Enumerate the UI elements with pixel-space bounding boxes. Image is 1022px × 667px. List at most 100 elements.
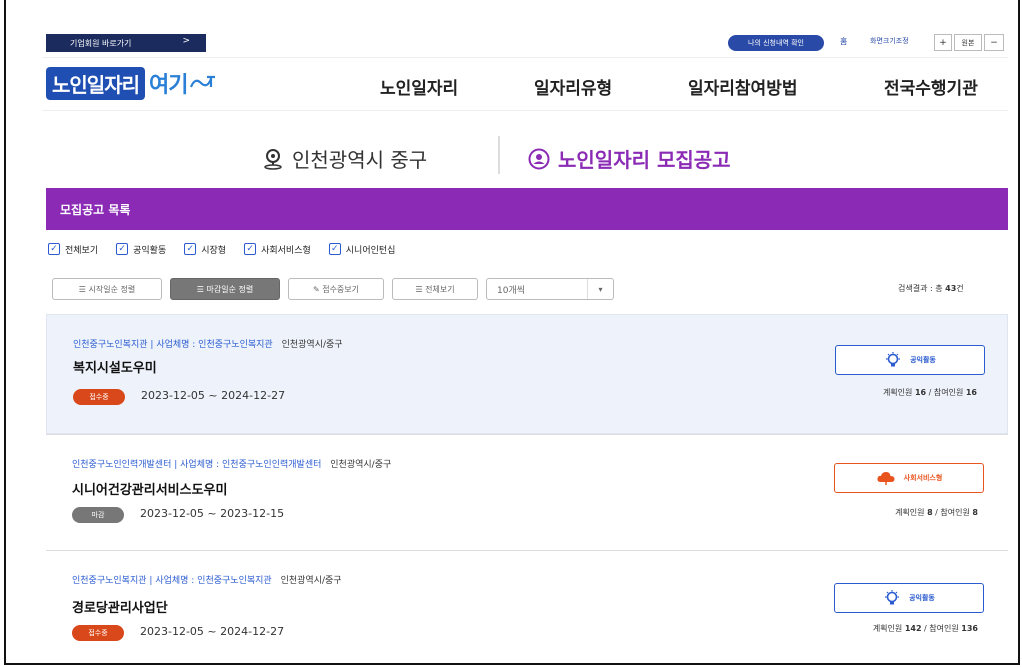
plan-count: 8: [927, 508, 933, 517]
job-type-badge: 사회서비스형: [834, 463, 984, 493]
plan-label: 계획인원: [882, 388, 913, 397]
result-label: 검색결과 : 총: [898, 284, 943, 293]
logo-text-main: 노인일자리: [46, 66, 145, 100]
sort-by-start-button[interactable]: ☰ 시작일순 정렬: [52, 278, 162, 300]
headcount: 계획인원 8 / 참여인원 8: [895, 508, 978, 517]
job-region: 인천광역시/중구: [280, 576, 342, 586]
search-result-count: 검색결과 : 총 43건: [898, 283, 964, 294]
job-region: 인천광역시/중구: [330, 460, 392, 470]
plan-count: 142: [904, 624, 922, 633]
filter-market[interactable]: ✓ 시장형: [184, 243, 226, 256]
job-title[interactable]: 경로당관리사업단: [72, 597, 168, 616]
site-logo[interactable]: 노인일자리 여기: [46, 66, 217, 100]
job-period: 2023-12-05 ~ 2024-12-27: [140, 625, 285, 638]
chevron-right-icon: >: [182, 36, 190, 46]
join-label: 참여인원: [940, 508, 970, 517]
headcount: 계획인원 16 / 참여인원 16: [882, 388, 977, 397]
job-type-label: 공익활동: [910, 356, 936, 364]
join-label: 참여인원: [933, 388, 964, 397]
filter-group: ✓ 전체보기 ✓ 공익활동 ✓ 시장형 ✓ 사회서비스형 ✓ 시니어인턴십: [48, 240, 413, 258]
join-count: 136: [961, 624, 978, 633]
headcount: 계획인원 142 / 참여인원 136: [872, 624, 978, 633]
sort-by-end-button[interactable]: ☰ 마감일순 정렬: [170, 278, 280, 300]
show-all-button[interactable]: ☰ 전체보기: [392, 278, 478, 300]
screenshot-frame: 기업회원 바로가기 > 나의 신청내역 확인 홈 화면크기조정 + 원본 − 노…: [4, 0, 1020, 665]
join-count: 16: [965, 388, 977, 397]
person-circle-icon: [528, 148, 550, 169]
plan-count: 16: [914, 388, 927, 397]
job-org: 인천중구노인복지관: [73, 340, 148, 350]
location-title: 인천광역시 중구: [262, 144, 427, 173]
location-pin-icon: [264, 148, 282, 170]
location-text: 인천광역시 중구: [292, 148, 428, 172]
job-business: 사업체명 : 인천중구노인인력개발센터: [180, 460, 322, 470]
page-size-value: 10개씩: [497, 285, 526, 296]
job-type-label: 사회서비스형: [903, 474, 943, 482]
filter-label: 시니어인턴십: [345, 245, 396, 256]
logo-text-accent: 여기: [149, 73, 188, 98]
header-divider: [42, 110, 1008, 111]
job-org: 인천중구노인복지관: [72, 576, 147, 586]
checkbox-checked-icon: ✓: [48, 243, 60, 255]
job-title[interactable]: 시니어건강관리서비스도우미: [72, 479, 227, 498]
filter-social-service[interactable]: ✓ 사회서비스형: [244, 243, 311, 256]
job-period: 2023-12-05 ~ 2024-12-27: [141, 389, 286, 402]
status-badge: 마감: [72, 507, 124, 523]
home-link[interactable]: 홈: [840, 36, 847, 47]
join-label: 참여인원: [929, 624, 959, 633]
nav-item-senior-jobs[interactable]: 노인일자리: [380, 74, 458, 99]
plan-label: 계획인원: [872, 624, 903, 633]
result-number: 43: [945, 284, 957, 293]
nav-item-agencies[interactable]: 전국수행기관: [884, 74, 978, 99]
checkbox-checked-icon: ✓: [244, 243, 257, 255]
nav-item-how-to-join[interactable]: 일자리참여방법: [688, 74, 797, 99]
filter-label: 사회서비스형: [261, 245, 311, 256]
accepting-only-button[interactable]: ✎ 접수중보기: [288, 278, 384, 300]
job-type-label: 공익활동: [909, 594, 935, 602]
job-type-badge: 공익활동: [834, 583, 984, 613]
zoom-in-button[interactable]: +: [934, 34, 952, 51]
job-type-badge: 공익활동: [835, 345, 985, 375]
job-title[interactable]: 복지시설도우미: [73, 357, 157, 376]
nav-item-job-types[interactable]: 일자리유형: [534, 74, 612, 99]
job-card[interactable]: 인천중구노인복지관 | 사업체명 : 인천중구노인복지관 인천광역시/중구 복지…: [46, 314, 1008, 434]
chevron-down-icon: ▾: [587, 279, 613, 299]
status-badge: 접수중: [72, 625, 124, 641]
apply-history-button[interactable]: 나의 신청내역 확인: [728, 35, 824, 51]
job-period: 2023-12-05 ~ 2023-12-15: [140, 507, 285, 520]
filter-label: 공익활동: [133, 245, 167, 256]
announcement-title: 노인일자리 모집공고: [528, 144, 731, 173]
lightbulb-icon: [885, 590, 900, 605]
filter-all[interactable]: ✓ 전체보기: [48, 243, 98, 256]
job-business: 사업체명 : 인천중구노인복지관: [155, 576, 272, 586]
job-region: 인천광역시/중구: [281, 340, 343, 350]
page: 기업회원 바로가기 > 나의 신청내역 확인 홈 화면크기조정 + 원본 − 노…: [42, 28, 1012, 663]
status-badge: 접수중: [73, 389, 125, 405]
job-card[interactable]: 인천중구노인인력개발센터 | 사업체명 : 인천중구노인인력개발센터 인천광역시…: [46, 434, 1008, 550]
job-meta: 인천중구노인복지관 | 사업체명 : 인천중구노인복지관 인천광역시/중구: [73, 337, 343, 350]
result-unit: 건: [956, 284, 964, 293]
utility-bar: 기업회원 바로가기 > 나의 신청내역 확인 홈 화면크기조정 + 원본 −: [42, 28, 1008, 58]
corp-member-label: 기업회원 바로가기: [70, 38, 132, 48]
job-meta: 인천중구노인인력개발센터 | 사업체명 : 인천중구노인인력개발센터 인천광역시…: [72, 457, 391, 470]
checkbox-checked-icon: ✓: [184, 243, 197, 255]
job-org: 인천중구노인인력개발센터: [72, 460, 172, 470]
list-header: 모집공고 목록: [46, 188, 1008, 230]
job-business: 사업체명 : 인천중구노인복지관: [156, 340, 273, 350]
job-card[interactable]: 인천중구노인복지관 | 사업체명 : 인천중구노인복지관 인천광역시/중구 경로…: [46, 550, 1008, 663]
plan-label: 계획인원: [895, 508, 925, 517]
checkbox-checked-icon: ✓: [116, 243, 129, 255]
lightbulb-icon: [886, 352, 901, 367]
title-divider: [498, 136, 500, 174]
job-meta: 인천중구노인복지관 | 사업체명 : 인천중구노인복지관 인천광역시/중구: [72, 573, 342, 586]
filter-senior-intern[interactable]: ✓ 시니어인턴십: [328, 243, 396, 256]
zoom-out-button[interactable]: −: [984, 34, 1004, 51]
filter-label: 시장형: [201, 245, 227, 256]
join-count: 8: [972, 508, 978, 517]
corp-member-button[interactable]: 기업회원 바로가기 >: [46, 34, 206, 52]
logo-mark-icon: [190, 75, 216, 88]
zoom-reset-button[interactable]: 원본: [954, 34, 982, 51]
page-size-select[interactable]: 10개씩 ▾: [486, 278, 614, 300]
filter-label: 전체보기: [65, 245, 99, 256]
filter-public[interactable]: ✓ 공익활동: [116, 243, 166, 256]
